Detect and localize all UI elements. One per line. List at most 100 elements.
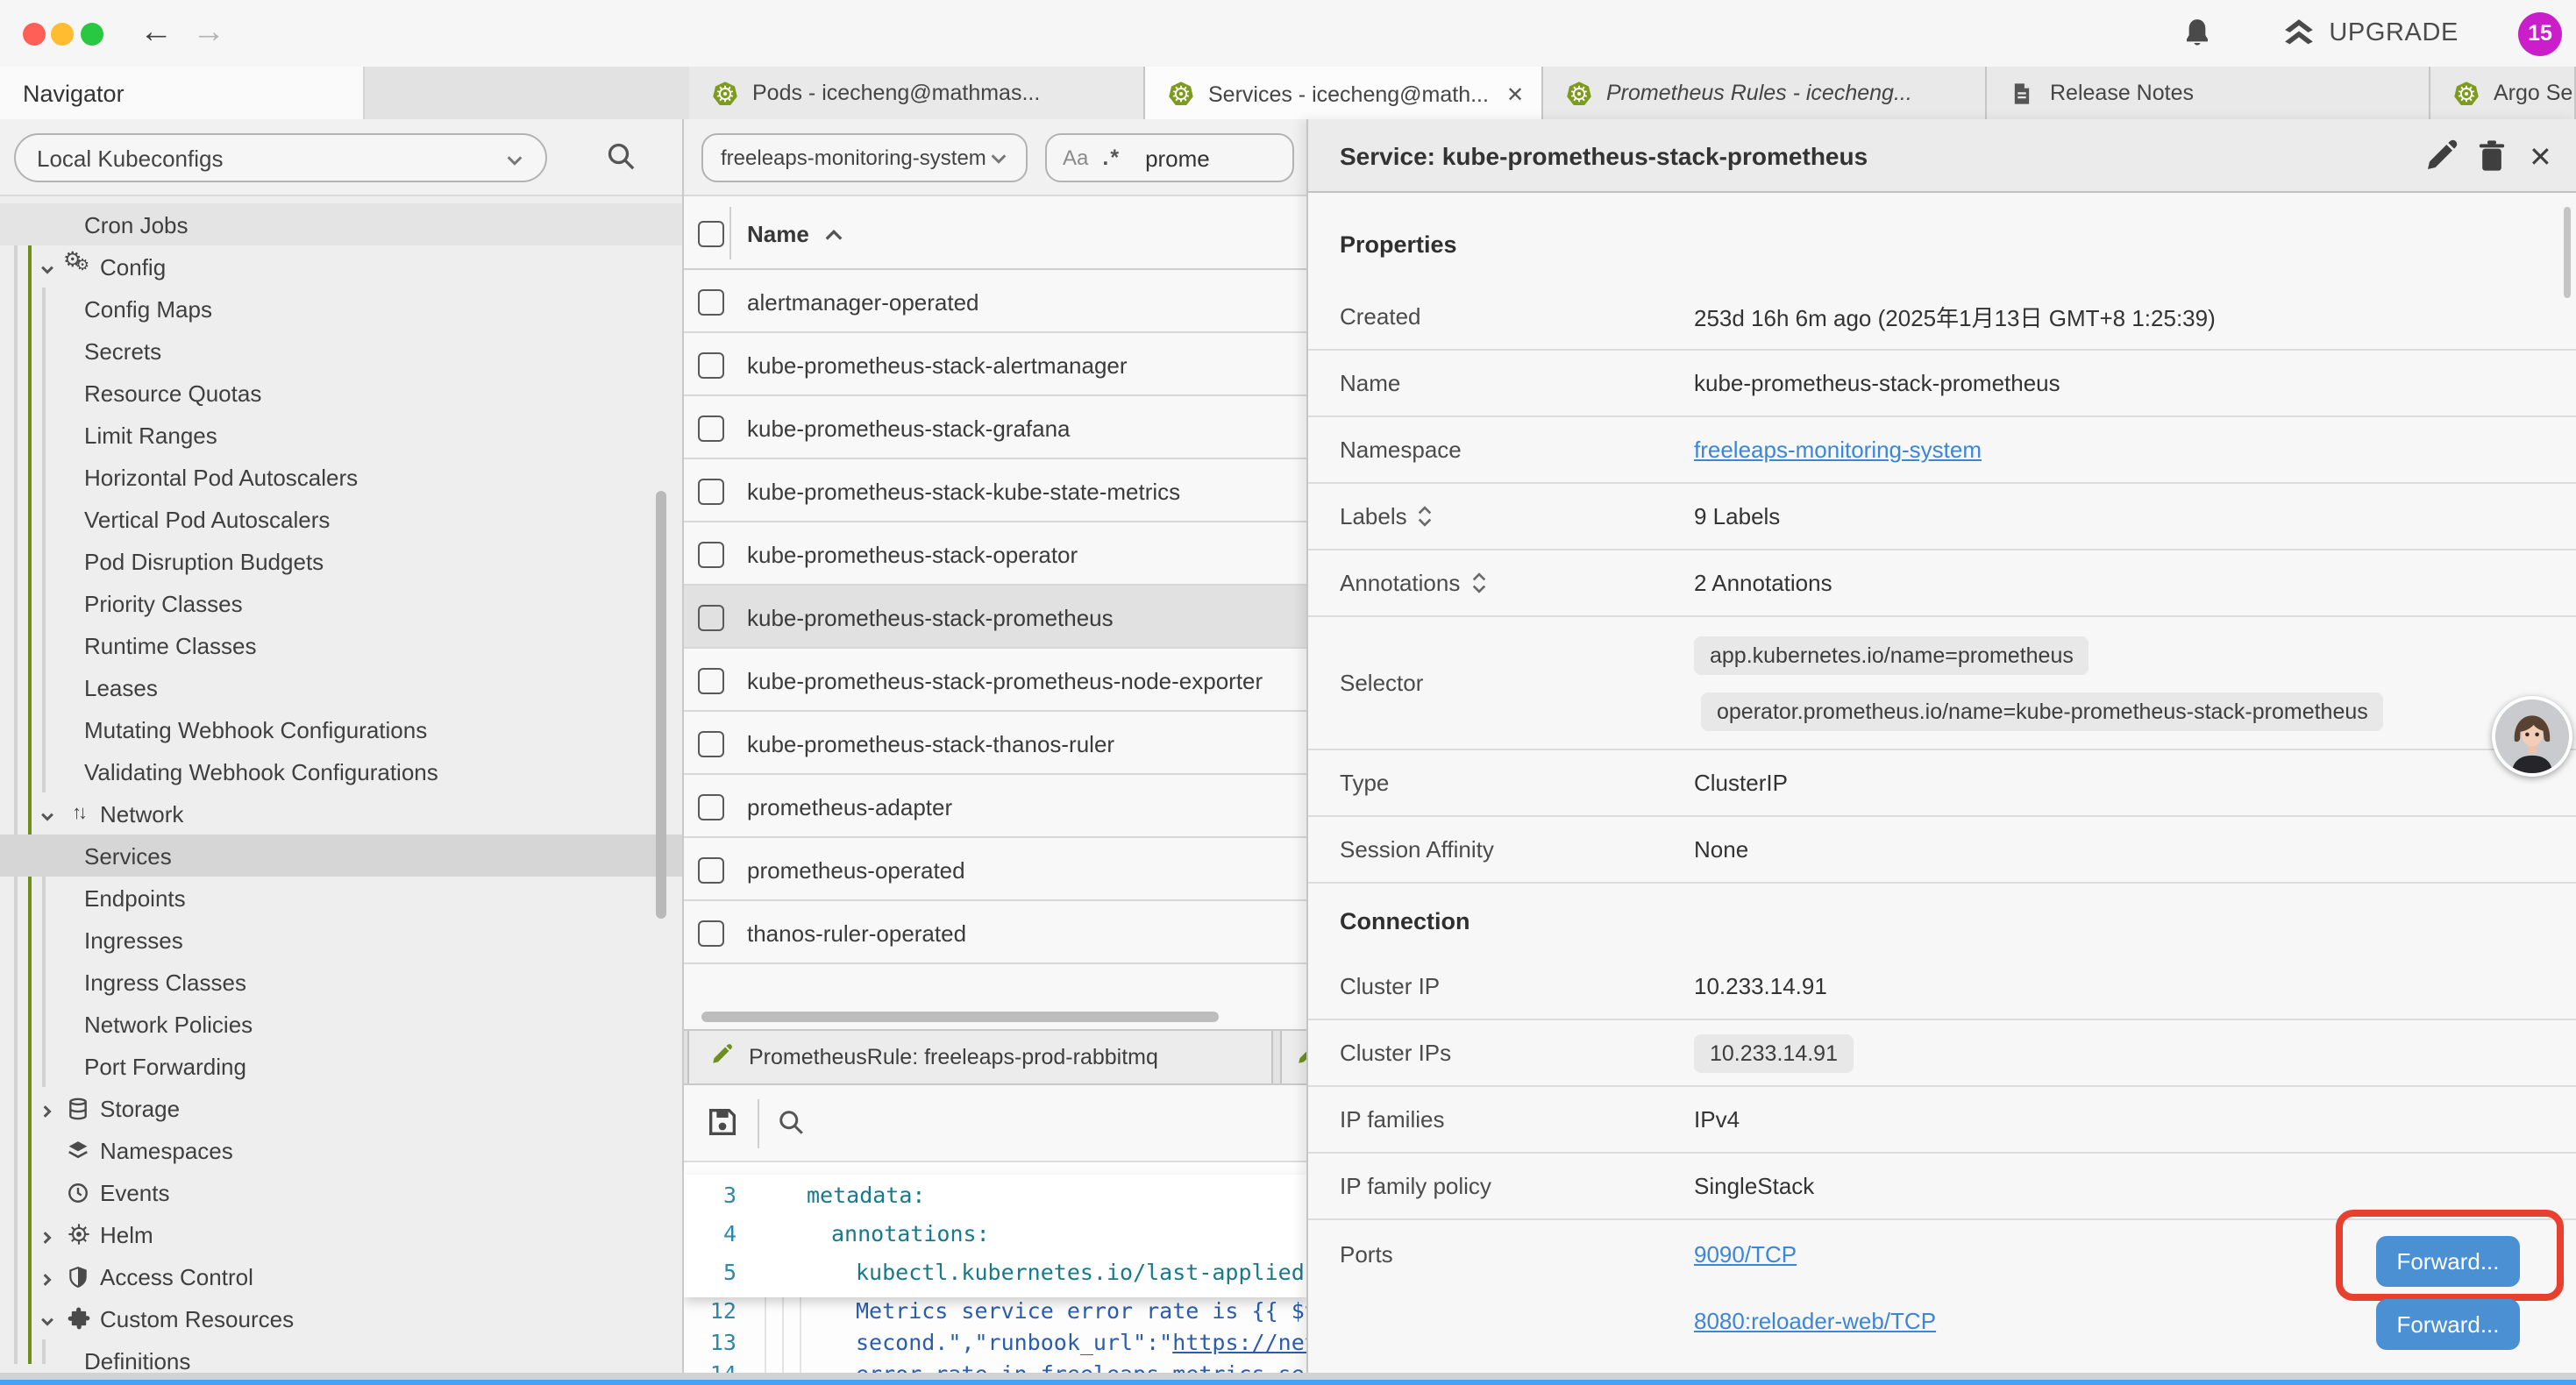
row-checkbox[interactable] [698,605,724,631]
table-row[interactable]: kube-prometheus-stack-prometheus [684,586,1306,649]
kubeconfig-select[interactable]: Local Kubeconfigs [14,133,547,182]
table-row[interactable]: prometheus-operated [684,838,1306,901]
sidebar-item-limit-ranges[interactable]: Limit Ranges [0,414,684,456]
sidebar-item-horizontal-pod-autoscalers[interactable]: Horizontal Pod Autoscalers [0,456,684,498]
chevron-right-icon[interactable] [39,1225,58,1244]
row-checkbox[interactable] [698,731,724,757]
port-link[interactable]: 9090/TCP [1694,1240,1797,1267]
table-row[interactable]: prometheus-adapter [684,775,1306,838]
forward-arrow-icon[interactable]: → [189,14,228,53]
table-header[interactable]: Name [684,196,1306,270]
row-checkbox[interactable] [698,542,724,568]
namespace-link[interactable]: freeleaps-monitoring-system [1694,437,1982,463]
sidebar-item-mutating-webhook-configurations[interactable]: Mutating Webhook Configurations [0,708,684,750]
tab-argo[interactable]: Argo Se [2430,67,2576,119]
forward-button[interactable]: Forward... [2376,1236,2520,1287]
window-zoom-button[interactable] [80,22,103,45]
row-checkbox[interactable] [698,289,724,316]
regex-toggle[interactable]: .* [1102,146,1121,170]
row-checkbox[interactable] [698,920,724,947]
port-link[interactable]: 8080:reloader-web/TCP [1694,1307,1936,1333]
table-row[interactable]: kube-prometheus-stack-prometheus-node-ex… [684,649,1306,712]
yaml-editor[interactable]: 110", "for": "5m", "labels": {"service":… [684,1162,1306,1378]
table-row[interactable]: thanos-ruler-operated [684,901,1306,964]
sidebar-item-leases[interactable]: Leases [0,666,684,708]
table-row[interactable]: kube-prometheus-stack-grafana [684,396,1306,459]
editor-tab-prometheusrule[interactable]: PrometheusRule: freeleaps-prod-rabbitmq [687,1031,1273,1083]
table-search-input[interactable]: Aa .* prome [1045,133,1294,182]
row-checkbox[interactable] [698,479,724,505]
sidebar-item-namespaces[interactable]: Namespaces [0,1129,684,1171]
tab-close-icon[interactable]: ✕ [1503,82,1527,107]
forward-button[interactable]: Forward... [2376,1299,2520,1350]
sidebar-item-access-control[interactable]: Access Control [0,1255,684,1297]
sidebar-item-ingress-classes[interactable]: Ingress Classes [0,961,684,1003]
row-checkbox[interactable] [698,668,724,694]
window-close-button[interactable] [22,22,45,45]
back-arrow-icon[interactable]: ← [137,14,175,53]
namespace-select[interactable]: freeleaps-monitoring-system [701,133,1028,182]
sidebar-item-events[interactable]: Events [0,1171,684,1213]
sidebar-item-priority-classes[interactable]: Priority Classes [0,582,684,624]
sidebar-item-runtime-classes[interactable]: Runtime Classes [0,624,684,666]
tab-release[interactable]: Release Notes [1987,67,2430,119]
bell-icon[interactable] [2180,16,2215,51]
match-case-toggle[interactable]: Aa [1063,146,1088,170]
table-row[interactable]: kube-prometheus-stack-alertmanager [684,333,1306,396]
trash-icon[interactable] [2474,138,2509,174]
sidebar-item-pod-disruption-budgets[interactable]: Pod Disruption Budgets [0,540,684,582]
sidebar-item-ingresses[interactable]: Ingresses [0,919,684,961]
sidebar-item-storage[interactable]: Storage [0,1087,684,1129]
sidebar-item-config-maps[interactable]: Config Maps [0,288,684,330]
sidebar-item-validating-webhook-configurations[interactable]: Validating Webhook Configurations [0,750,684,792]
row-checkbox[interactable] [698,794,724,820]
chevron-down-icon[interactable] [39,804,58,823]
sidebar-item-network[interactable]: ↑↓Network [0,792,684,835]
window-minimize-button[interactable] [51,22,74,45]
save-icon[interactable] [705,1104,740,1140]
sort-toggle-icon[interactable] [1470,572,1486,594]
tab-prometheus[interactable]: Prometheus Rules - icecheng... [1543,67,1987,119]
upgrade-button[interactable]: UPGRADE [2281,16,2459,51]
sidebar-item-custom-resources[interactable]: Custom Resources [0,1297,684,1339]
chevron-right-icon[interactable] [39,1098,58,1118]
sidebar-item-helm[interactable]: Helm [0,1213,684,1255]
drawer-scrollbar[interactable] [2564,207,2571,298]
tab-services[interactable]: Services - icecheng@math...✕ [1145,67,1543,122]
table-row[interactable]: kube-prometheus-stack-thanos-ruler [684,712,1306,775]
row-checkbox[interactable] [698,857,724,884]
table-row[interactable]: alertmanager-operated [684,270,1306,333]
sidebar-item-network-policies[interactable]: Network Policies [0,1003,684,1045]
tab-pods[interactable]: Pods - icecheng@mathmas... [689,67,1145,119]
row-checkbox[interactable] [698,416,724,442]
sidebar-item-cron-jobs[interactable]: Cron Jobs [0,203,684,245]
sidebar-item-endpoints[interactable]: Endpoints [0,877,684,919]
table-row[interactable]: kube-prometheus-stack-kube-state-metrics [684,459,1306,522]
sidebar-item-resource-quotas[interactable]: Resource Quotas [0,372,684,414]
sidebar-item-vertical-pod-autoscalers[interactable]: Vertical Pod Autoscalers [0,498,684,540]
search-icon[interactable] [603,138,638,174]
sidebar-scrollbar[interactable] [656,491,666,919]
sidebar-item-port-forwarding[interactable]: Port Forwarding [0,1045,684,1087]
edit-pencil-icon[interactable] [2423,138,2459,174]
row-checkbox[interactable] [698,352,724,379]
chevron-down-icon[interactable] [39,257,58,276]
sidebar-item-secrets[interactable]: Secrets [0,330,684,372]
select-all-checkbox[interactable] [698,221,724,247]
drawer-title: Service: kube-prometheus-stack-prometheu… [1340,141,1868,169]
sort-toggle-icon[interactable] [1418,505,1434,528]
close-icon[interactable]: ✕ [2529,140,2564,175]
chevron-right-icon[interactable] [39,1267,58,1286]
navigator-panel-tab[interactable]: Navigator [0,67,365,122]
sidebar-item-services[interactable]: Services [0,835,684,877]
user-avatar[interactable] [2492,696,2572,777]
notification-count-badge[interactable]: 15 [2518,11,2562,55]
chevron-down-icon[interactable] [39,1309,58,1328]
editor-link[interactable]: https://netw [1172,1329,1306,1355]
table-horizontal-scrollbar[interactable] [701,1012,1219,1022]
sidebar-item-config[interactable]: ⚙⚙Config [0,245,684,288]
editor-tab-next[interactable] [1280,1031,1306,1083]
editor-search-icon[interactable] [775,1106,807,1138]
name-column-header[interactable]: Name [747,220,809,246]
table-row[interactable]: kube-prometheus-stack-operator [684,522,1306,586]
